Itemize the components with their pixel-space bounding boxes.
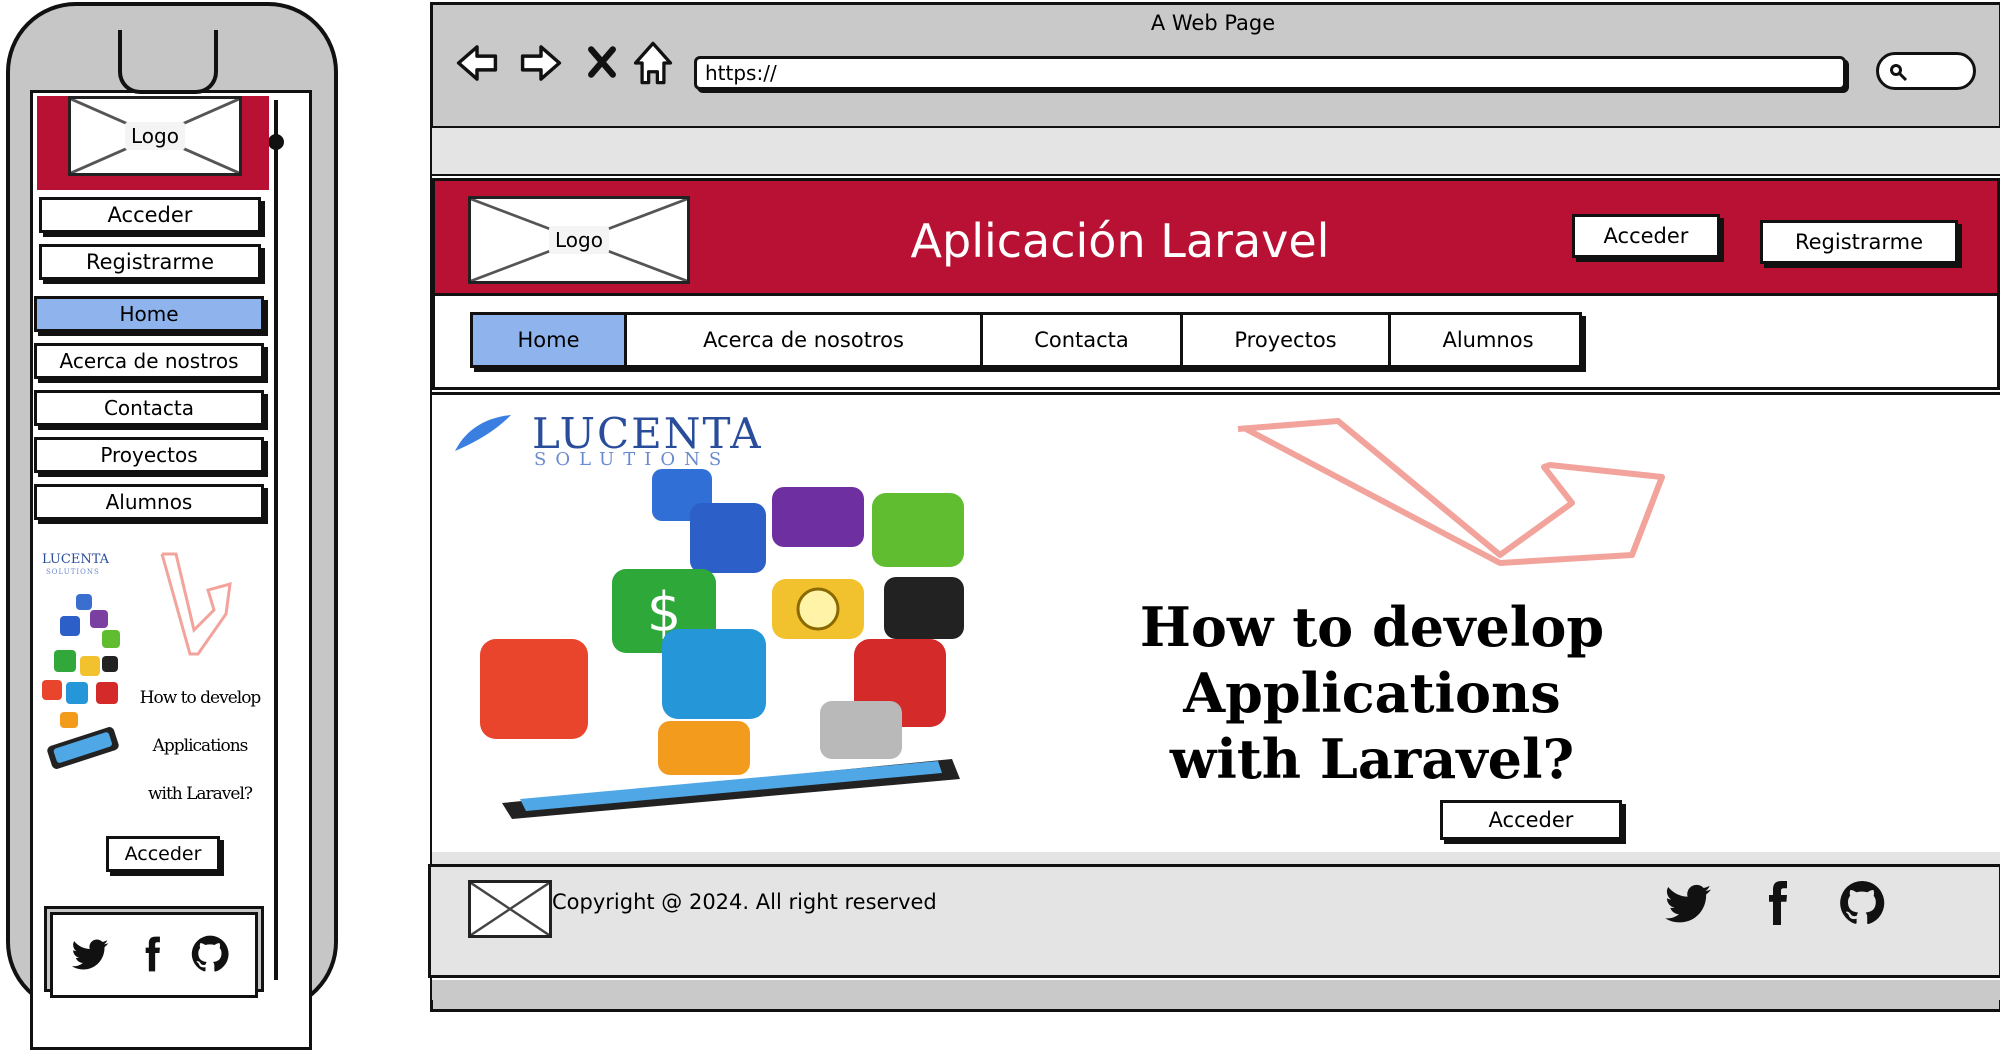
- twitter-icon[interactable]: [1660, 876, 1716, 930]
- header-logo-label: Logo: [549, 226, 609, 254]
- mobile-banner-headline-3: with Laravel?: [147, 784, 253, 804]
- header-register-button[interactable]: Registrarme: [1760, 220, 1958, 264]
- main-nav: Home Acerca de nosotros Contacta Proyect…: [470, 312, 1582, 368]
- header-logo-placeholder: Logo: [468, 196, 690, 284]
- mobile-banner-image: LUCENTA SOLUTIONS How to develop Applica…: [36, 540, 268, 830]
- mobile-app-icons-illustration: [42, 594, 120, 769]
- back-arrow-icon[interactable]: [452, 38, 502, 88]
- mobile-banner-headline-2: Applications: [152, 736, 249, 756]
- top-gray-bar: [432, 128, 2000, 176]
- placeholder-cross-icon: [471, 883, 549, 935]
- laravel-logo: [1237, 418, 1665, 566]
- mobile-menu-projects[interactable]: Proyectos: [34, 437, 264, 473]
- search-pill[interactable]: [1876, 52, 1976, 90]
- mobile-twitter-icon[interactable]: [68, 932, 112, 976]
- mobile-menu-students[interactable]: Alumnos: [34, 484, 264, 520]
- address-bar-url: https://: [705, 61, 777, 85]
- footer-copyright: Copyright @ 2024. All right reserved: [552, 890, 937, 914]
- mobile-facebook-icon[interactable]: [132, 932, 172, 976]
- mobile-register-button[interactable]: Registrarme: [39, 244, 261, 280]
- stop-x-icon[interactable]: [580, 40, 624, 84]
- mobile-banner-brand: LUCENTA: [42, 552, 110, 567]
- mobile-menu-contact[interactable]: Contacta: [34, 390, 264, 426]
- mobile-scrollbar[interactable]: [274, 100, 278, 980]
- address-bar[interactable]: https://: [694, 56, 1846, 90]
- nav-contact[interactable]: Contacta: [983, 315, 1183, 365]
- mobile-logo-placeholder: Logo: [68, 96, 242, 176]
- browser-title: A Web Page: [1150, 11, 1276, 35]
- header-login-button[interactable]: Acceder: [1572, 214, 1720, 258]
- mobile-login-button[interactable]: Acceder: [39, 197, 261, 233]
- hero-banner: LUCENTA SOLUTIONS $ How to develop Appli…: [432, 392, 2000, 852]
- mobile-scroll-thumb[interactable]: [268, 134, 284, 150]
- mobile-banner-brand-sub: SOLUTIONS: [46, 568, 100, 576]
- nav-projects[interactable]: Proyectos: [1183, 315, 1391, 365]
- footer-top-strip: [432, 852, 2000, 864]
- github-icon[interactable]: [1834, 876, 1890, 930]
- banner-headline-line-2: Applications: [1183, 661, 1561, 725]
- nav-home[interactable]: Home: [473, 315, 627, 365]
- feather-icon: [455, 415, 511, 451]
- forward-arrow-icon[interactable]: [516, 38, 566, 88]
- bottom-chrome-strip: [432, 980, 2000, 1000]
- app-icons-illustration: $: [480, 469, 964, 819]
- mobile-github-icon[interactable]: [188, 932, 232, 976]
- mobile-notch: [118, 30, 218, 94]
- footer-logo-placeholder: [468, 880, 552, 938]
- banner-headline-line-3: with Laravel?: [1169, 727, 1575, 791]
- mobile-banner-cta-button[interactable]: Acceder: [106, 836, 220, 872]
- mobile-menu-home[interactable]: Home: [34, 296, 264, 332]
- banner-headline-line-1: How to develop: [1139, 595, 1605, 659]
- nav-about[interactable]: Acerca de nosotros: [627, 315, 983, 365]
- facebook-icon[interactable]: [1752, 876, 1802, 930]
- banner-cta-button[interactable]: Acceder: [1440, 800, 1622, 840]
- nav-students[interactable]: Alumnos: [1391, 315, 1585, 365]
- mobile-menu-about[interactable]: Acerca de nostros: [34, 343, 264, 379]
- site-title: Aplicación Laravel: [910, 214, 1330, 268]
- mobile-laravel-logo: [160, 552, 232, 656]
- mobile-logo-label: Logo: [125, 122, 185, 150]
- home-icon[interactable]: [628, 36, 678, 90]
- search-icon: [1887, 61, 1909, 83]
- mobile-banner-headline-1: How to develop: [139, 688, 262, 708]
